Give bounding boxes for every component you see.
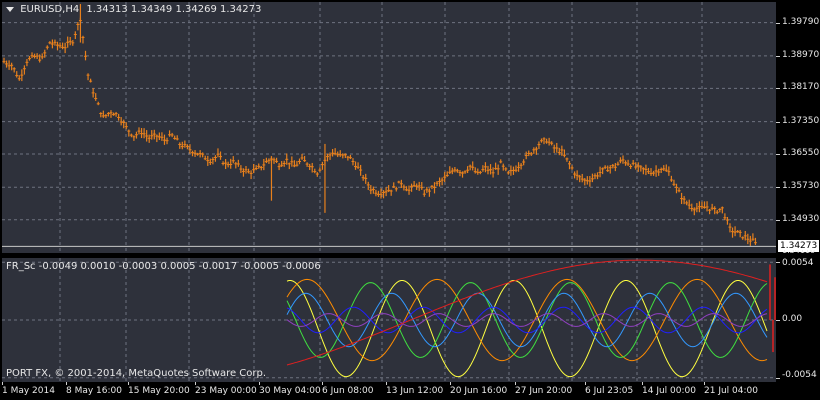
- time-tick: [704, 382, 705, 385]
- time-tick: [515, 382, 516, 385]
- indicator-tick: [776, 320, 780, 321]
- time-label: 8 May 16:00: [66, 386, 122, 396]
- time-tick: [450, 382, 451, 385]
- partial-price-label: 1.34110: [782, 250, 815, 254]
- price-tick: [776, 55, 780, 57]
- copyright-text: PORT FX, © 2001-2014, MetaQuotes Softwar…: [6, 368, 267, 379]
- time-label: 6 Jul 23:05: [585, 386, 634, 396]
- time-tick: [259, 382, 260, 385]
- time-tick: [66, 382, 67, 385]
- time-tick: [195, 382, 196, 385]
- indicator-panel[interactable]: FR_Sc -0.0049 0.0010 -0.0003 0.0005 -0.0…: [2, 258, 776, 382]
- time-tick: [585, 382, 586, 385]
- price-label: 1.38170: [782, 82, 820, 93]
- indicator-wave: [286, 280, 768, 378]
- triangle-down-icon[interactable]: [6, 6, 14, 12]
- indicator-level-label: 0.00: [782, 314, 803, 324]
- symbol-label: EURUSD,H4: [20, 4, 80, 15]
- time-tick: [2, 382, 3, 385]
- price-panel[interactable]: EURUSD,H4 1.34313 1.34349 1.34269 1.3427…: [2, 2, 776, 253]
- indicator-wave: [286, 259, 768, 366]
- price-label: 1.39790: [782, 16, 820, 27]
- time-label: 6 Jun 08:00: [322, 386, 374, 396]
- ohlc-values: 1.34313 1.34349 1.34269 1.34273: [86, 4, 262, 15]
- indicator-level-label: -0.0054: [782, 370, 817, 380]
- time-label: 1 May 2014: [2, 386, 55, 396]
- price-tick: [776, 219, 780, 221]
- price-label: 1.38970: [782, 49, 820, 60]
- indicator-chart-svg: [2, 258, 776, 382]
- time-label: 30 May 04:00: [259, 386, 321, 396]
- time-label: 14 Jul 00:00: [642, 386, 696, 396]
- price-tick: [776, 22, 780, 24]
- time-tick: [386, 382, 387, 385]
- price-label: 1.34930: [782, 213, 820, 224]
- time-label: 21 Jul 04:00: [704, 386, 758, 396]
- price-chart-svg: [2, 2, 776, 253]
- chart-window[interactable]: EURUSD,H4 1.34313 1.34349 1.34269 1.3427…: [0, 0, 820, 400]
- indicator-tick: [776, 262, 780, 264]
- time-axis[interactable]: 1 May 2014 8 May 16:00 15 May 20:00 23 May …: [0, 382, 776, 400]
- time-tick: [322, 382, 323, 385]
- price-label: 1.37350: [782, 115, 820, 126]
- indicator-label: FR_Sc -0.0049 0.0010 -0.0003 0.0005 -0.0…: [6, 261, 321, 272]
- time-label: 27 Jun 20:00: [515, 386, 573, 396]
- price-label: 1.36550: [782, 148, 820, 159]
- price-axis[interactable]: 1.39790 1.38970 1.38170 1.37350 1.36550 1.357…: [776, 2, 820, 253]
- time-label: 23 May 00:00: [195, 386, 257, 396]
- time-label: 20 Jun 16:00: [450, 386, 508, 396]
- indicator-level-label: 0.0054: [782, 258, 814, 268]
- chart-header: EURUSD,H4 1.34313 1.34349 1.34269 1.3427…: [6, 4, 261, 15]
- price-tick: [776, 88, 780, 90]
- price-tick: [776, 121, 780, 123]
- time-label: 15 May 20:00: [128, 386, 190, 396]
- time-tick: [128, 382, 129, 385]
- price-tick: [776, 187, 780, 189]
- indicator-tick: [776, 377, 780, 379]
- indicator-axis[interactable]: 0.0054 0.00 -0.0054: [776, 258, 820, 382]
- price-tick: [776, 154, 780, 156]
- time-label: 13 Jun 12:00: [386, 386, 444, 396]
- price-label: 1.35730: [782, 181, 820, 192]
- time-tick: [642, 382, 643, 385]
